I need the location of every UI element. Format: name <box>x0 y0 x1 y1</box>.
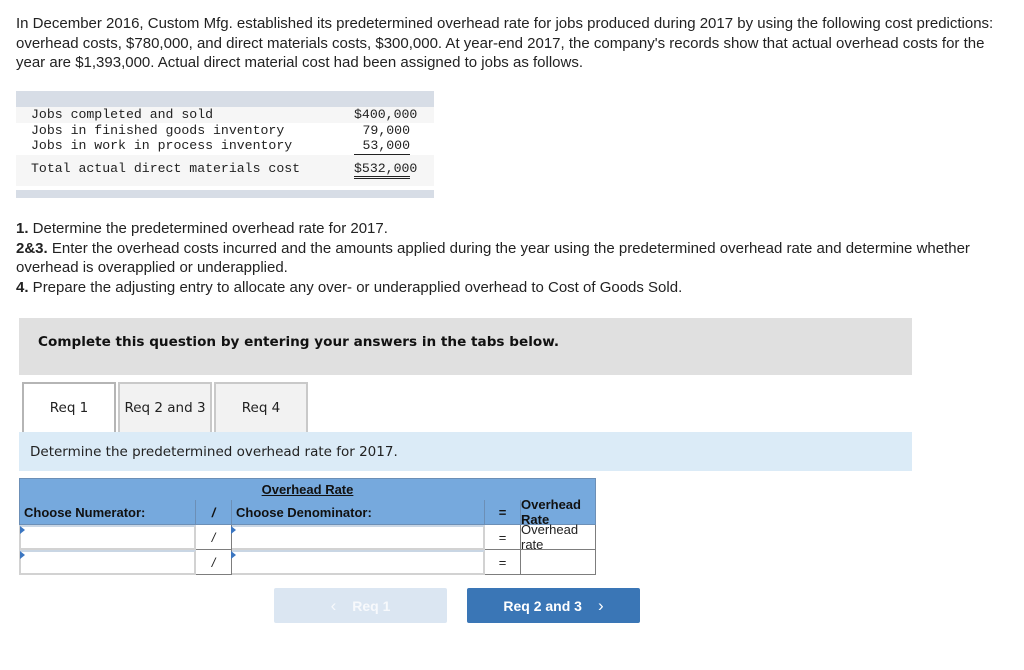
table-row: Jobs in finished goods inventory 79,000 <box>16 122 434 138</box>
table-header-bar <box>16 91 434 107</box>
chevron-right-icon: › <box>597 595 604 615</box>
denominator-dropdown[interactable] <box>231 525 485 550</box>
dropdown-marker-icon <box>20 526 25 534</box>
grid-title: Overhead Rate <box>261 482 354 497</box>
row-label: Jobs in finished goods inventory <box>31 122 285 138</box>
denominator-value-input-cell[interactable] <box>231 550 485 575</box>
numerator-value-input-cell[interactable] <box>19 550 196 575</box>
numerator-value-input[interactable] <box>21 552 194 573</box>
requirement-item: 1. Determine the predetermined overhead … <box>16 219 1006 239</box>
divide-symbol: / <box>211 529 216 545</box>
divide-sign: / <box>196 550 232 575</box>
requirement-number: 1. <box>16 220 29 237</box>
next-req-button[interactable]: Req 2 and 3 › <box>467 588 640 623</box>
denominator-value-input[interactable] <box>232 552 483 573</box>
numerator-header: Choose Numerator: <box>19 500 196 525</box>
overhead-rate-grid: Overhead Rate Choose Numerator: / Choose… <box>19 478 596 575</box>
equals-sign: = <box>485 525 521 550</box>
requirement-text: Prepare the adjusting entry to allocate … <box>28 278 683 296</box>
requirement-item: 4. Prepare the adjusting entry to alloca… <box>16 278 1006 298</box>
direct-materials-table: Jobs completed and sold $400,000 Jobs in… <box>16 91 434 198</box>
divide-header: / <box>196 500 232 525</box>
next-button-label: Req 2 and 3 <box>503 597 582 614</box>
equals-header: = <box>485 500 521 525</box>
tab-req-4[interactable]: Req 4 <box>214 382 308 432</box>
requirement-item: 2&3. Enter the overhead costs incurred a… <box>16 239 1006 278</box>
dropdown-marker-icon <box>231 526 236 534</box>
instruction-text: Determine the predetermined overhead rat… <box>30 444 398 460</box>
row-value: 79,000 <box>362 122 410 138</box>
result-label: Overhead rate <box>521 522 596 552</box>
divide-sign: / <box>196 525 232 550</box>
grid-header-row: Choose Numerator: / Choose Denominator: … <box>19 497 596 527</box>
chevron-left-icon: ‹ <box>330 595 337 615</box>
numerator-dropdown[interactable] <box>19 525 196 550</box>
requirements-list: 1. Determine the predetermined overhead … <box>16 219 1006 297</box>
denominator-input[interactable] <box>232 527 483 548</box>
divide-symbol: / <box>211 554 216 570</box>
requirement-text: Determine the predetermined overhead rat… <box>28 220 388 237</box>
equals-sign: = <box>485 550 521 575</box>
input-marker-icon <box>20 551 25 559</box>
prev-req-button[interactable]: ‹ Req 1 <box>274 588 447 623</box>
tab-instruction: Determine the predetermined overhead rat… <box>19 432 912 471</box>
input-marker-icon <box>231 551 236 559</box>
table-row: Jobs in work in process inventory 53,000 <box>16 138 434 155</box>
tab-req-2-and-3[interactable]: Req 2 and 3 <box>118 382 212 432</box>
row-label: Jobs in work in process inventory <box>31 138 293 153</box>
numerator-input[interactable] <box>21 527 194 548</box>
requirement-number: 2&3. <box>16 239 48 257</box>
total-value: $532,000 <box>354 161 417 179</box>
row-label: Jobs completed and sold <box>31 107 214 122</box>
requirement-tabs: Req 1 Req 2 and 3 Req 4 <box>22 382 310 433</box>
grid-row: / = <box>19 550 596 575</box>
denominator-header: Choose Denominator: <box>232 500 485 525</box>
total-label: Total actual direct materials cost <box>31 160 301 176</box>
row-value: $400,000 <box>354 107 418 122</box>
requirement-text: Enter the overhead costs incurred and th… <box>16 239 970 277</box>
grid-row: / = Overhead rate <box>19 522 596 552</box>
overhead-rate-result <box>521 550 596 575</box>
row-value: 53,000 <box>354 138 410 155</box>
table-footer-bar <box>16 190 434 198</box>
banner-text: Complete this question by entering your … <box>38 334 560 350</box>
tab-req-1[interactable]: Req 1 <box>22 382 116 432</box>
table-total-row: Total actual direct materials cost $532,… <box>16 155 434 187</box>
table-row: Jobs completed and sold $400,000 <box>16 107 434 123</box>
grid-title-bar: Overhead Rate <box>19 478 596 500</box>
problem-intro: In December 2016, Custom Mfg. establishe… <box>16 15 994 71</box>
requirement-number: 4. <box>16 278 29 296</box>
instructions-banner: Complete this question by entering your … <box>19 318 912 375</box>
prev-button-label: Req 1 <box>352 597 391 614</box>
